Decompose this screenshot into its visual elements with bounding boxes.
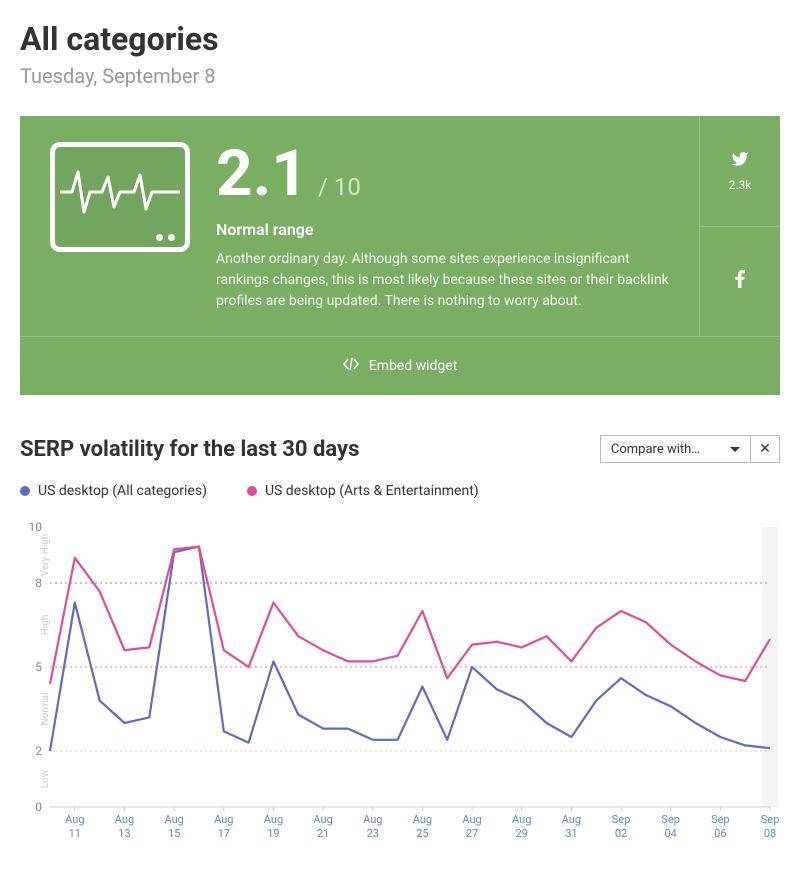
svg-text:Very High: Very High (40, 534, 51, 577)
svg-text:Aug: Aug (462, 813, 481, 826)
page-title: All categories (20, 20, 780, 58)
svg-text:Normal: Normal (40, 693, 51, 726)
compare-label: Compare with… (611, 442, 700, 457)
compare-select[interactable]: Compare with… (601, 436, 751, 462)
svg-text:8: 8 (35, 576, 42, 590)
svg-text:Aug: Aug (164, 813, 183, 826)
legend-dot-icon (247, 486, 257, 496)
svg-text:29: 29 (516, 827, 528, 840)
facebook-icon (735, 270, 745, 292)
svg-text:25: 25 (416, 827, 428, 840)
svg-text:17: 17 (218, 827, 230, 840)
sensor-score-max: / 10 (318, 173, 361, 201)
legend-item-series1[interactable]: US desktop (All categories) (20, 483, 207, 499)
legend-item-series2[interactable]: US desktop (Arts & Entertainment) (247, 483, 479, 499)
sensor-score: 2.1 (216, 142, 308, 206)
svg-text:High: High (40, 615, 51, 636)
svg-text:2: 2 (35, 744, 42, 758)
share-twitter-button[interactable]: 2.3k (700, 116, 780, 227)
chart-title: SERP volatility for the last 30 days (20, 437, 359, 462)
sensor-card: 2.1 / 10 Normal range Another ordinary d… (20, 116, 780, 395)
svg-text:0: 0 (35, 800, 42, 814)
svg-text:27: 27 (466, 827, 478, 840)
svg-text:21: 21 (317, 827, 329, 840)
code-icon (343, 357, 359, 375)
sensor-description: Another ordinary day. Although some site… (216, 249, 669, 312)
compare-close-button[interactable]: ✕ (751, 436, 779, 462)
embed-label: Embed widget (369, 358, 458, 374)
volatility-chart: 025810LowNormalHighVery HighAug11Aug13Au… (20, 517, 780, 847)
close-icon: ✕ (759, 441, 771, 457)
twitter-icon (731, 150, 749, 172)
svg-text:Aug: Aug (214, 813, 233, 826)
twitter-share-count: 2.3k (729, 178, 752, 192)
svg-text:Low: Low (40, 769, 51, 788)
sensor-status: Normal range (216, 220, 669, 239)
svg-text:5: 5 (35, 660, 42, 674)
svg-text:04: 04 (665, 827, 677, 840)
svg-text:Aug: Aug (363, 813, 382, 826)
svg-text:11: 11 (69, 827, 81, 840)
svg-text:Aug: Aug (115, 813, 134, 826)
chevron-down-icon (730, 442, 740, 457)
svg-text:19: 19 (267, 827, 279, 840)
legend-dot-icon (20, 486, 30, 496)
monitor-icon (50, 142, 190, 312)
svg-text:23: 23 (367, 827, 379, 840)
svg-text:13: 13 (118, 827, 130, 840)
svg-text:15: 15 (168, 827, 180, 840)
legend-label: US desktop (All categories) (38, 483, 207, 499)
legend-label: US desktop (Arts & Entertainment) (265, 483, 479, 499)
embed-widget-button[interactable]: Embed widget (20, 336, 780, 395)
svg-text:Aug: Aug (512, 813, 531, 826)
svg-text:31: 31 (565, 827, 577, 840)
page-date: Tuesday, September 8 (20, 64, 780, 88)
svg-text:Aug: Aug (65, 813, 84, 826)
svg-text:06: 06 (714, 827, 726, 840)
svg-text:Sep: Sep (612, 813, 631, 826)
svg-text:Aug: Aug (264, 813, 283, 826)
svg-text:Aug: Aug (562, 813, 581, 826)
svg-text:Aug: Aug (413, 813, 432, 826)
svg-text:Sep: Sep (661, 813, 680, 826)
svg-text:Aug: Aug (313, 813, 332, 826)
svg-text:02: 02 (615, 827, 627, 840)
svg-text:Sep: Sep (761, 813, 780, 826)
svg-text:10: 10 (29, 520, 43, 534)
svg-text:Sep: Sep (711, 813, 730, 826)
svg-text:08: 08 (764, 827, 776, 840)
share-facebook-button[interactable] (700, 227, 780, 337)
